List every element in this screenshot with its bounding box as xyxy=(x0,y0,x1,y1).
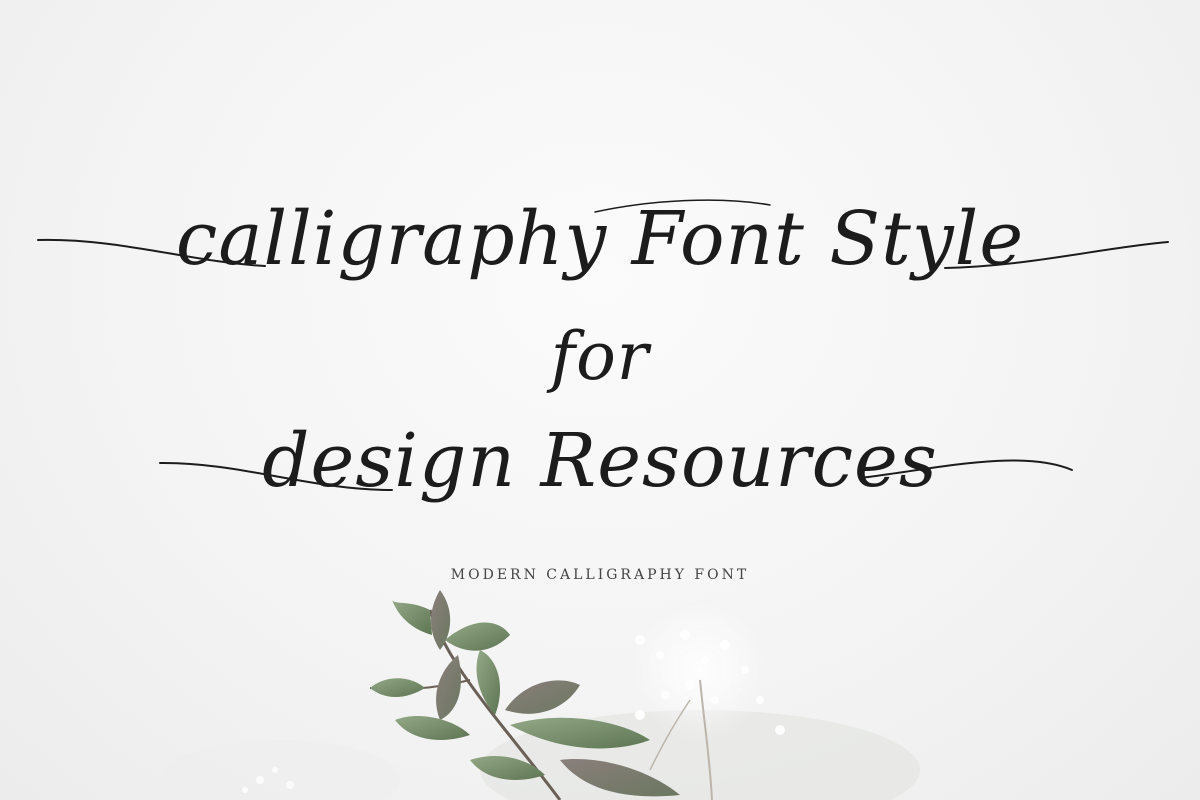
leaf xyxy=(505,680,580,714)
leaf xyxy=(436,655,461,720)
mist-left xyxy=(160,740,400,800)
poster-canvas: calligraphy Font Style for design Resour… xyxy=(0,0,1200,800)
headline-line-3: design Resources xyxy=(262,418,938,504)
foliage-illustration xyxy=(160,590,920,800)
headline-line-1: calligraphy Font Style xyxy=(175,196,1025,282)
leaf xyxy=(392,600,432,635)
leaf xyxy=(395,715,470,740)
headline-line-2: for xyxy=(550,318,650,395)
leaf xyxy=(445,622,510,651)
leaf xyxy=(476,650,500,715)
leaf xyxy=(370,678,425,697)
